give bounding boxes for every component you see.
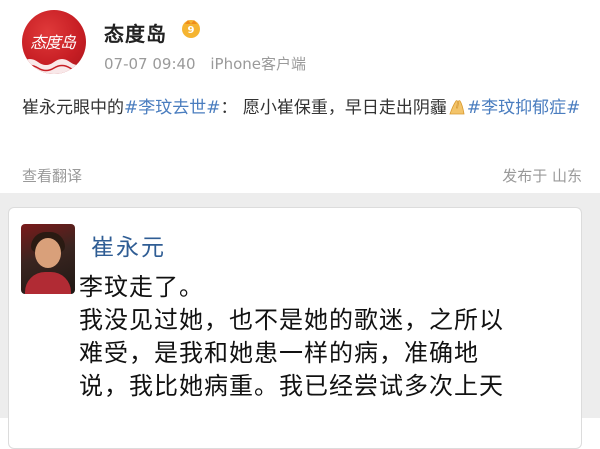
post-text-prefix: 崔永元眼中的 — [22, 98, 124, 118]
post-source[interactable]: iPhone客户端 — [210, 55, 306, 73]
vip-badge-icon[interactable]: 9 — [180, 17, 202, 39]
embedded-text-line: 说，我比她病重。我已经尝试多次上天 — [79, 372, 504, 400]
embedded-author-name: 崔永元 — [91, 235, 166, 261]
svg-text:9: 9 — [188, 25, 195, 36]
author-avatar[interactable]: 态度岛 — [22, 10, 86, 74]
hashtag-link-li-wen-depression[interactable]: #李玟抑郁症# — [467, 98, 581, 118]
avatar-logo-text: 态度岛 — [30, 33, 76, 52]
post-location: 发布于 山东 — [502, 167, 582, 185]
embedded-image[interactable]: 崔永元 李玟走了。 我没见过她，也不是她的歌迷，之所以 难受，是我和她患一样的病… — [0, 193, 600, 449]
embedded-text-line: 我没见过她，也不是她的歌迷，之所以 — [79, 306, 504, 334]
praying-hands-icon — [449, 100, 465, 115]
embedded-text-line: 难受，是我和她患一样的病，准确地 — [79, 339, 479, 367]
post-body: 崔永元眼中的#李玟去世#： 愿小崔保重，早日走出阴霾 #李玟抑郁症# — [22, 93, 582, 123]
author-name[interactable]: 态度岛 — [104, 18, 167, 47]
post-text-middle: ： 愿小崔保重，早日走出阴霾 — [220, 98, 447, 118]
avatar-waves-icon — [22, 59, 86, 74]
post-date: 07-07 09:40 — [104, 55, 196, 73]
post-meta: 07-07 09:40 iPhone客户端 — [104, 53, 306, 74]
embedded-screenshot-card: 崔永元 李玟走了。 我没见过她，也不是她的歌迷，之所以 难受，是我和她患一样的病… — [8, 207, 582, 449]
embedded-author-avatar — [21, 224, 75, 294]
embedded-post-text: 李玟走了。 我没见过她，也不是她的歌迷，之所以 难受，是我和她患一样的病，准确地… — [79, 271, 569, 403]
hashtag-link-li-wen-death[interactable]: #李玟去世# — [124, 98, 221, 118]
post-header: 态度岛 态度岛 9 07-07 09:40 iPhone客户端 — [22, 10, 582, 80]
translate-link[interactable]: 查看翻译 — [22, 165, 82, 186]
embedded-text-line: 李玟走了。 — [79, 273, 204, 301]
